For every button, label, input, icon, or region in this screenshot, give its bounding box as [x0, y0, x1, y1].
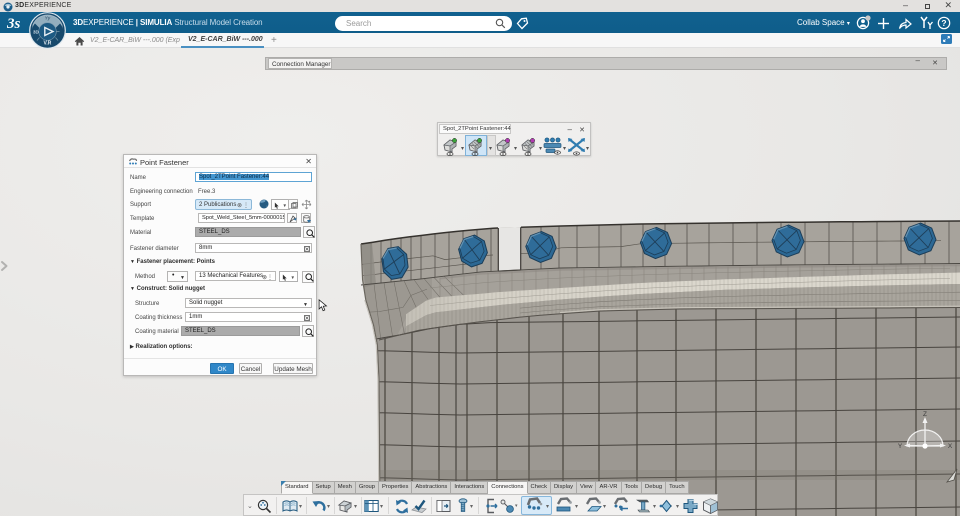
svg-text:Z: Z: [923, 411, 927, 418]
svg-text:X: X: [948, 443, 953, 450]
svg-text:V.R: V.R: [44, 41, 52, 47]
svg-text:Y: Y: [898, 443, 903, 450]
svg-text:3D: 3D: [33, 30, 40, 35]
svg-text:Yy: Yy: [45, 16, 51, 21]
